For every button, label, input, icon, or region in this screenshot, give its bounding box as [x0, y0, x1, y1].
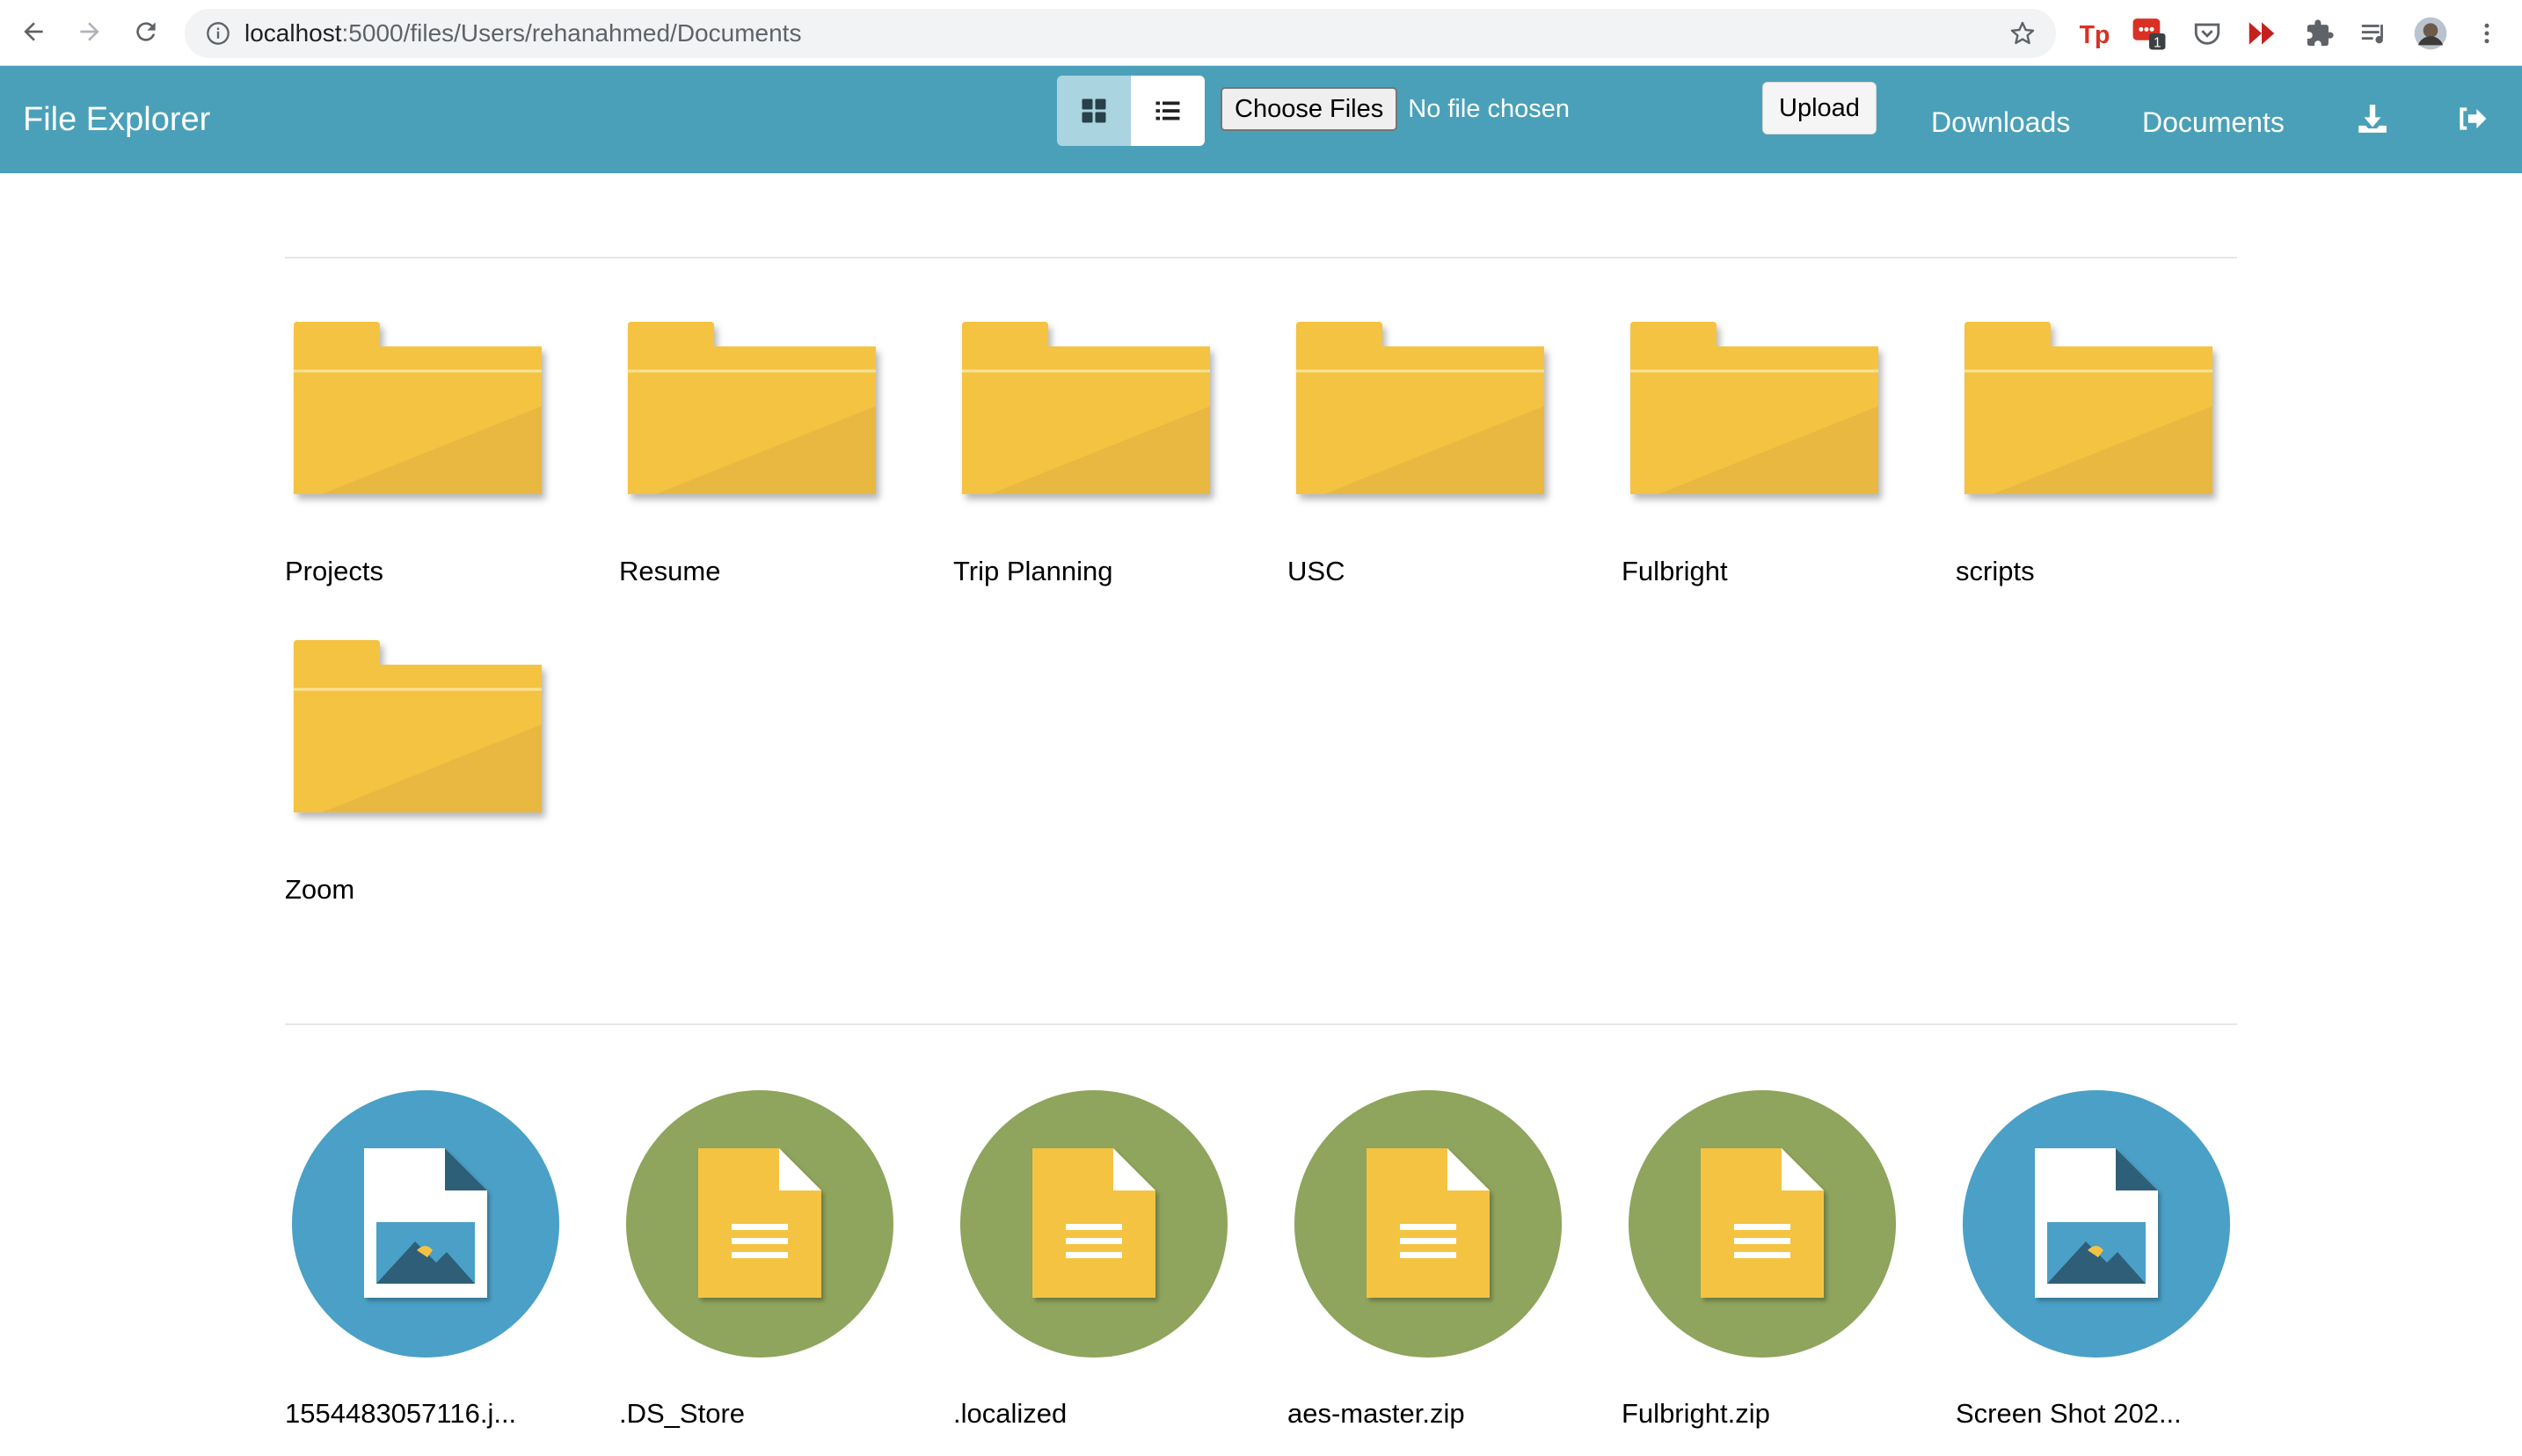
folder-icon	[294, 322, 542, 494]
upload-button[interactable]: Upload	[1762, 82, 1877, 135]
folder-icon	[628, 322, 876, 494]
folder-tile[interactable]: USC	[1287, 320, 1604, 594]
image-file-icon	[1963, 1090, 2230, 1358]
grid-view-button[interactable]	[1057, 76, 1131, 146]
bookmark-star-icon[interactable]	[2008, 19, 2037, 47]
file-name: aes-master.zip	[1287, 1398, 1465, 1429]
list-icon	[1155, 101, 1180, 120]
folder-icon	[962, 322, 1210, 494]
document-file-icon	[1629, 1090, 1896, 1358]
grid-icon	[1082, 98, 1106, 123]
nav-link-documents[interactable]: Documents	[2142, 66, 2285, 173]
file-status-text: No file chosen	[1408, 94, 1571, 123]
folder-name: Resume	[619, 556, 721, 586]
app-header: File Explorer Choose Files No file chose…	[0, 66, 2522, 173]
pocket-icon[interactable]	[2190, 16, 2225, 51]
file-tile[interactable]: 1554483057116.j...	[285, 1090, 601, 1437]
media-queue-icon[interactable]	[2357, 16, 2392, 51]
browser-toolbar: localhost:5000/files/Users/rehanahmed/Do…	[0, 0, 2522, 66]
folder-icon	[294, 640, 542, 812]
extension-badge: 1	[2154, 35, 2161, 50]
logout-icon[interactable]	[2450, 98, 2492, 140]
file-tile[interactable]: aes-master.zip	[1287, 1090, 1604, 1437]
folder-name: Projects	[285, 556, 383, 586]
document-file-icon	[960, 1090, 1228, 1358]
document-file-icon	[626, 1090, 893, 1358]
file-name: Screen Shot 202...	[1956, 1398, 2182, 1429]
url-host: localhost	[244, 19, 342, 47]
folder-tile[interactable]: Zoom	[285, 638, 601, 913]
folder-icon	[1296, 322, 1544, 494]
folder-name: scripts	[1956, 556, 2035, 586]
image-file-icon	[292, 1090, 559, 1358]
extensions-puzzle-icon[interactable]	[2302, 16, 2337, 51]
choose-files-button[interactable]: Choose Files	[1221, 87, 1398, 131]
back-icon[interactable]	[14, 12, 53, 51]
address-bar[interactable]: localhost:5000/files/Users/rehanahmed/Do…	[185, 9, 2056, 58]
nav-link-downloads[interactable]: Downloads	[1931, 66, 2070, 173]
folder-name: Trip Planning	[953, 556, 1113, 586]
folder-name: Fulbright	[1622, 556, 1728, 586]
file-name: .DS_Store	[619, 1398, 746, 1429]
tp-extension-icon[interactable]: Tp	[2077, 16, 2112, 51]
reload-icon[interactable]	[127, 12, 165, 51]
file-tile[interactable]: Screen Shot 202...	[1956, 1090, 2272, 1437]
document-file-icon	[1294, 1090, 1562, 1358]
file-tile[interactable]: .localized	[953, 1090, 1270, 1437]
file-name: .localized	[953, 1398, 1068, 1429]
folder-tile[interactable]: Trip Planning	[953, 320, 1270, 594]
folder-tile[interactable]: Resume	[619, 320, 936, 594]
browser-menu-icon[interactable]	[2469, 16, 2504, 51]
file-name: 1554483057116.j...	[285, 1398, 517, 1429]
file-name: Fulbright.zip	[1622, 1398, 1770, 1429]
app-title[interactable]: File Explorer	[23, 66, 210, 173]
folder-icon	[1630, 322, 1878, 494]
fast-forward-extension-icon[interactable]	[2244, 16, 2279, 51]
download-icon[interactable]	[2351, 98, 2394, 140]
forward-icon[interactable]	[70, 12, 109, 51]
profile-avatar[interactable]	[2413, 16, 2448, 51]
file-tile[interactable]: .DS_Store	[619, 1090, 936, 1437]
list-view-button[interactable]	[1131, 76, 1205, 146]
folder-name: Zoom	[285, 874, 355, 905]
site-info-icon[interactable]	[206, 21, 230, 46]
folder-tile[interactable]: Projects	[285, 320, 601, 594]
view-toggle	[1057, 76, 1205, 146]
file-tile[interactable]: Fulbright.zip	[1622, 1090, 1938, 1437]
svg-text:Tp: Tp	[2080, 21, 2110, 49]
section-divider	[285, 257, 2237, 258]
folder-icon	[1964, 322, 2212, 494]
chat-extension-icon[interactable]: 1	[2132, 16, 2167, 51]
folder-name: USC	[1287, 556, 1345, 586]
url-text: localhost:5000/files/Users/rehanahmed/Do…	[244, 9, 801, 58]
file-input: Choose Files No file chosen	[1221, 85, 1570, 133]
url-path: :5000/files/Users/rehanahmed/Documents	[341, 19, 802, 47]
folder-tile[interactable]: Fulbright	[1622, 320, 1938, 594]
section-divider	[285, 1023, 2237, 1025]
folder-tile[interactable]: scripts	[1956, 320, 2272, 594]
